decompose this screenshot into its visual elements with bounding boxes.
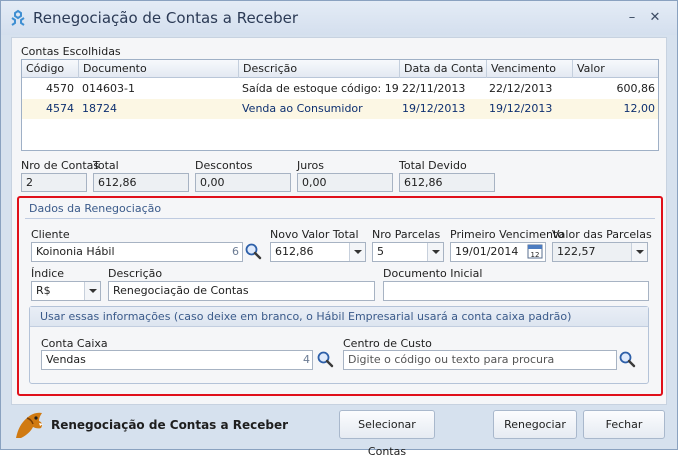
cell-descricao: Saída de estoque código: 19724 (242, 82, 398, 95)
descontos-field: 0,00 (195, 173, 291, 192)
nro-contas-field: 2 (21, 173, 87, 192)
valor-parcelas-value: 122,57 (557, 245, 596, 258)
cell-data: 19/12/2013 (402, 102, 466, 115)
nro-contas-label: Nro de Contas (21, 159, 100, 172)
conta-caixa-input[interactable]: Vendas (41, 350, 313, 370)
nro-parcelas-label: Nro Parcelas (372, 228, 441, 241)
centro-custo-input[interactable]: Digite o código ou texto para procura (343, 350, 617, 370)
usage-group: Usar essas informações (caso deixe em br… (29, 306, 649, 384)
novo-valor-value: 612,86 (275, 245, 314, 258)
documento-inicial-label: Documento Inicial (383, 267, 483, 280)
habil-logo-icon (16, 412, 43, 438)
cliente-label: Cliente (31, 228, 70, 241)
cell-data: 22/11/2013 (402, 82, 466, 95)
col-codigo[interactable]: Código (22, 60, 79, 78)
descricao-input[interactable]: Renegociação de Contas (108, 281, 375, 301)
conta-caixa-search-icon[interactable] (316, 350, 334, 368)
grid-header: Código Documento Descrição Data da Conta… (22, 60, 658, 78)
cell-vencimento: 22/12/2013 (489, 82, 553, 95)
renegotiation-window: Renegociação de Contas a Receber – ✕ Con… (0, 0, 678, 458)
cliente-value: Koinonia Hábil (36, 245, 115, 258)
indice-value: R$ (36, 284, 51, 297)
conta-caixa-value: Vendas (46, 353, 86, 366)
table-row[interactable]: 4574 18724 Venda ao Consumidor 19/12/201… (22, 99, 658, 119)
cell-vencimento: 19/12/2013 (489, 102, 553, 115)
centro-custo-label: Centro de Custo (343, 337, 432, 350)
indice-select[interactable]: R$ (31, 281, 101, 301)
total-devido-field: 612,86 (399, 173, 495, 192)
juros-field: 0,00 (297, 173, 393, 192)
window-title: Renegociação de Contas a Receber (33, 9, 299, 27)
centro-custo-search-icon[interactable] (618, 350, 636, 368)
valor-parcelas-dropdown-icon[interactable] (631, 243, 647, 261)
col-valor[interactable]: Valor (573, 60, 658, 78)
calendar-icon[interactable]: 12 (527, 243, 543, 259)
fechar-button[interactable]: Fechar (583, 410, 665, 439)
conta-caixa-label: Conta Caixa (41, 337, 108, 350)
cliente-search-icon[interactable] (244, 242, 262, 260)
nro-parcelas-value: 5 (377, 245, 384, 258)
novo-valor-input[interactable]: 612,86 (270, 242, 366, 262)
cell-documento: 014603-1 (82, 82, 135, 95)
primeiro-vencimento-label: Primeiro Vencimento (450, 228, 565, 241)
nro-parcelas-dropdown-icon[interactable] (427, 243, 443, 261)
valor-parcelas-label: Valor das Parcelas (552, 228, 652, 241)
accounts-grid[interactable]: Código Documento Descrição Data da Conta… (21, 59, 659, 151)
title-bar[interactable]: Renegociação de Contas a Receber – ✕ (1, 1, 677, 35)
valor-parcelas-field[interactable]: 122,57 (552, 242, 648, 262)
total-field: 612,86 (93, 173, 189, 192)
cliente-count: 6 (232, 245, 239, 258)
close-button[interactable]: ✕ (644, 9, 666, 27)
group-divider (25, 218, 655, 219)
usage-group-title: Usar essas informações (caso deixe em br… (30, 307, 648, 327)
indice-label: Índice (31, 267, 65, 280)
table-row[interactable]: 4570 014603-1 Saída de estoque código: 1… (22, 79, 658, 99)
footer-title: Renegociação de Contas a Receber (51, 418, 289, 432)
renegociar-button[interactable]: Renegociar (493, 410, 577, 439)
cell-codigo: 4570 (46, 82, 74, 95)
cell-valor: 600,86 (616, 82, 656, 95)
novo-valor-label: Novo Valor Total (270, 228, 359, 241)
total-label: Total (93, 159, 119, 172)
app-logo-icon (11, 9, 25, 26)
total-devido-label: Total Devido (399, 159, 467, 172)
svg-text:12: 12 (531, 251, 540, 259)
renegotiation-group-title: Dados da Renegociação (29, 202, 162, 215)
indice-dropdown-icon[interactable] (84, 282, 100, 300)
cliente-input[interactable]: Koinonia Hábil (31, 242, 243, 262)
conta-caixa-count: 4 (303, 353, 310, 366)
minimize-button[interactable]: – (621, 9, 643, 27)
col-data[interactable]: Data da Conta (400, 60, 487, 78)
col-documento[interactable]: Documento (79, 60, 239, 78)
cell-descricao: Venda ao Consumidor (242, 102, 363, 115)
juros-label: Juros (297, 159, 324, 172)
cell-documento: 18724 (82, 102, 117, 115)
chosen-accounts-label: Contas Escolhidas (21, 45, 121, 58)
nro-parcelas-select[interactable]: 5 (372, 242, 444, 262)
col-descricao[interactable]: Descrição (239, 60, 400, 78)
cell-codigo: 4574 (46, 102, 74, 115)
primeiro-vencimento-value: 19/01/2014 (455, 245, 519, 258)
descricao-label: Descrição (108, 267, 163, 280)
documento-inicial-input[interactable] (383, 281, 649, 301)
selecionar-contas-button[interactable]: Selecionar Contas (339, 410, 435, 458)
col-vencimento[interactable]: Vencimento (487, 60, 573, 78)
descontos-label: Descontos (195, 159, 253, 172)
cell-valor: 12,00 (623, 102, 656, 115)
novo-valor-dropdown-icon[interactable] (349, 243, 365, 261)
